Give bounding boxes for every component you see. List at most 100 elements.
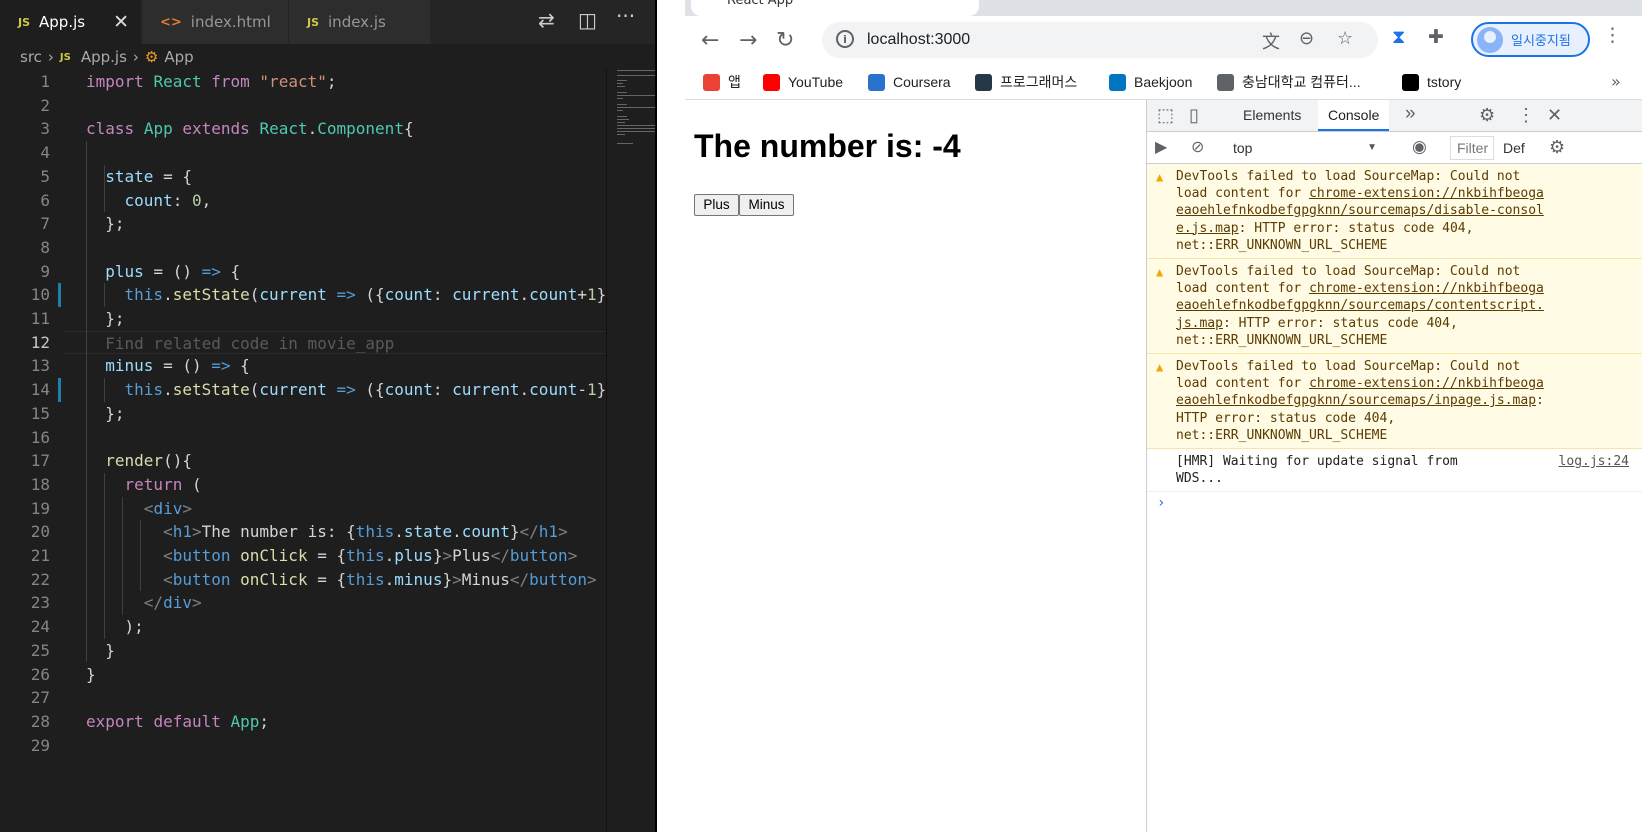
browser-tab[interactable]: React App bbox=[691, 0, 979, 16]
bookmark-coursera[interactable]: Coursera bbox=[868, 64, 951, 100]
breadcrumb-symbol[interactable]: App bbox=[164, 48, 193, 66]
split-editor-icon[interactable]: ◫ bbox=[578, 8, 597, 32]
indent-guide bbox=[104, 283, 105, 307]
code-line: plus = () => { bbox=[105, 261, 241, 281]
console-settings-gear-icon[interactable]: ⚙ bbox=[1549, 137, 1565, 158]
back-icon[interactable]: ← bbox=[701, 28, 719, 53]
console-warning: ▲ DevTools failed to load SourceMap: Coul… bbox=[1147, 259, 1642, 355]
code-editor[interactable]: 1 import React from "react"; 2 3 class App e… bbox=[0, 70, 606, 832]
more-bookmarks-icon[interactable]: » bbox=[1611, 72, 1621, 91]
code-line: }; bbox=[86, 403, 125, 423]
more-tabs-icon[interactable]: » bbox=[1405, 103, 1416, 125]
close-icon[interactable]: ✕ bbox=[1547, 105, 1562, 126]
class-symbol-icon: ⚙ bbox=[144, 48, 159, 66]
chrome-window: React App ← → ↻ i localhost:3000 文 ⊖ ☆ ⧗… bbox=[685, 0, 1642, 832]
bookmark-apps-grid[interactable]: 앱 bbox=[703, 64, 741, 100]
code-line: import React from "react"; bbox=[86, 72, 337, 91]
address-bar[interactable]: i localhost:3000 文 ⊖ ☆ bbox=[822, 22, 1378, 58]
line-number: 23 bbox=[30, 593, 50, 613]
forward-icon[interactable]: → bbox=[739, 28, 757, 53]
close-icon[interactable]: ✕ bbox=[113, 11, 129, 33]
code-line: render(){ bbox=[105, 451, 192, 471]
code-line: export default App; bbox=[86, 711, 270, 731]
breadcrumb-file[interactable]: App.js bbox=[81, 48, 127, 66]
bookmark-baekjoon[interactable]: Baekjoon bbox=[1109, 64, 1192, 100]
editor-tab-bar: JS App.js ✕ <> index.html JS index.js ⇄ … bbox=[0, 0, 655, 44]
code-line: state = { bbox=[105, 166, 192, 186]
line-number: 3 bbox=[40, 119, 50, 139]
bookmark-label: 충남대학교 컴퓨터... bbox=[1242, 74, 1361, 90]
code-line: <h1>The number is: {this.state.count}</h… bbox=[163, 522, 568, 542]
reload-icon[interactable]: ↻ bbox=[776, 28, 794, 53]
bookmark-label: 앱 bbox=[728, 74, 741, 90]
line-number: 15 bbox=[30, 403, 50, 423]
code-line: <div> bbox=[143, 498, 192, 518]
tab-app-js[interactable]: JS App.js ✕ bbox=[0, 0, 142, 44]
indent-guide bbox=[104, 472, 105, 639]
line-number: 4 bbox=[40, 143, 50, 163]
warning-icon: ▲ bbox=[1156, 360, 1164, 375]
chrome-menu-icon[interactable]: ⋮ bbox=[1603, 24, 1622, 46]
inspect-element-icon[interactable]: ⬚ bbox=[1157, 105, 1174, 126]
tab-console[interactable]: Console bbox=[1318, 100, 1390, 131]
zoom-out-icon[interactable]: ⊖ bbox=[1299, 28, 1314, 49]
line-number: 9 bbox=[40, 261, 50, 281]
line-number: 11 bbox=[30, 309, 50, 328]
devtools-menu-icon[interactable]: ⋮ bbox=[1517, 105, 1535, 126]
extensions-puzzle-icon[interactable]: ✚ bbox=[1428, 26, 1444, 48]
bookmark-globe[interactable]: 충남대학교 컴퓨터... bbox=[1217, 64, 1361, 100]
more-actions-icon[interactable]: ··· bbox=[616, 4, 635, 28]
url-text[interactable]: localhost:3000 bbox=[867, 22, 970, 58]
minimap[interactable] bbox=[606, 70, 655, 832]
html-file-icon: <> bbox=[160, 14, 182, 30]
tab-index-html[interactable]: <> index.html bbox=[142, 0, 289, 44]
programmers-icon bbox=[975, 73, 992, 91]
bookmark-youtube[interactable]: YouTube bbox=[763, 64, 843, 100]
breadcrumb-folder[interactable]: src bbox=[20, 48, 42, 66]
line-number: 22 bbox=[30, 569, 50, 589]
line-number: 10 bbox=[30, 285, 50, 305]
bookmark-tistory[interactable]: tstory bbox=[1402, 64, 1461, 100]
line-number: 24 bbox=[30, 617, 50, 637]
line-number: 29 bbox=[30, 735, 50, 755]
page-content: The number is: -4 Plus Minus bbox=[685, 100, 1146, 832]
clear-console-icon[interactable]: ⊘ bbox=[1191, 137, 1204, 157]
compare-changes-icon[interactable]: ⇄ bbox=[538, 8, 555, 32]
plus-button[interactable]: Plus bbox=[694, 194, 739, 216]
settings-gear-icon[interactable]: ⚙ bbox=[1479, 105, 1495, 126]
filter-input[interactable]: Filter bbox=[1450, 136, 1494, 160]
git-modified-marker bbox=[58, 283, 61, 307]
vscode-window: JS App.js ✕ <> index.html JS index.js ⇄ … bbox=[0, 0, 655, 832]
code-line: minus = () => { bbox=[105, 356, 250, 376]
browser-tab-strip: React App bbox=[685, 0, 1642, 16]
indent-guide bbox=[104, 164, 105, 213]
context-selector[interactable]: top ▼ bbox=[1225, 136, 1383, 160]
counter-heading: The number is: -4 bbox=[694, 128, 961, 164]
git-modified-marker bbox=[58, 378, 61, 402]
extension-hourglass-icon[interactable]: ⧗ bbox=[1392, 26, 1405, 48]
line-number: 13 bbox=[30, 356, 50, 376]
bookmark-star-icon[interactable]: ☆ bbox=[1337, 28, 1353, 49]
site-info-icon[interactable]: i bbox=[836, 30, 854, 48]
indent-guide bbox=[140, 520, 141, 592]
bookmark-label: tstory bbox=[1427, 74, 1462, 90]
code-line: } bbox=[86, 640, 115, 660]
log-levels-dropdown[interactable]: Def bbox=[1503, 136, 1525, 160]
tab-elements[interactable]: Elements bbox=[1243, 100, 1301, 131]
sidebar-toggle-icon[interactable]: ▶ bbox=[1155, 137, 1167, 157]
code-line: ); bbox=[86, 617, 144, 637]
translate-icon[interactable]: 文 bbox=[1262, 28, 1280, 54]
line-number: 5 bbox=[40, 166, 50, 186]
youtube-icon bbox=[763, 73, 780, 91]
bookmark-programmers[interactable]: 프로그래머스 bbox=[975, 64, 1077, 100]
tab-index-js[interactable]: JS index.js bbox=[289, 0, 431, 44]
profile-button[interactable]: 일시중지됨 bbox=[1471, 22, 1590, 57]
device-toolbar-icon[interactable]: ▯ bbox=[1189, 105, 1199, 126]
log-source-link[interactable]: log.js:24 bbox=[1559, 453, 1629, 470]
live-expression-eye-icon[interactable]: ◉ bbox=[1412, 137, 1427, 157]
line-number: 6 bbox=[40, 190, 50, 210]
window-divider bbox=[655, 0, 657, 832]
line-number: 12 bbox=[30, 332, 50, 352]
minus-button[interactable]: Minus bbox=[739, 194, 794, 216]
console-prompt[interactable]: › bbox=[1147, 492, 1642, 514]
